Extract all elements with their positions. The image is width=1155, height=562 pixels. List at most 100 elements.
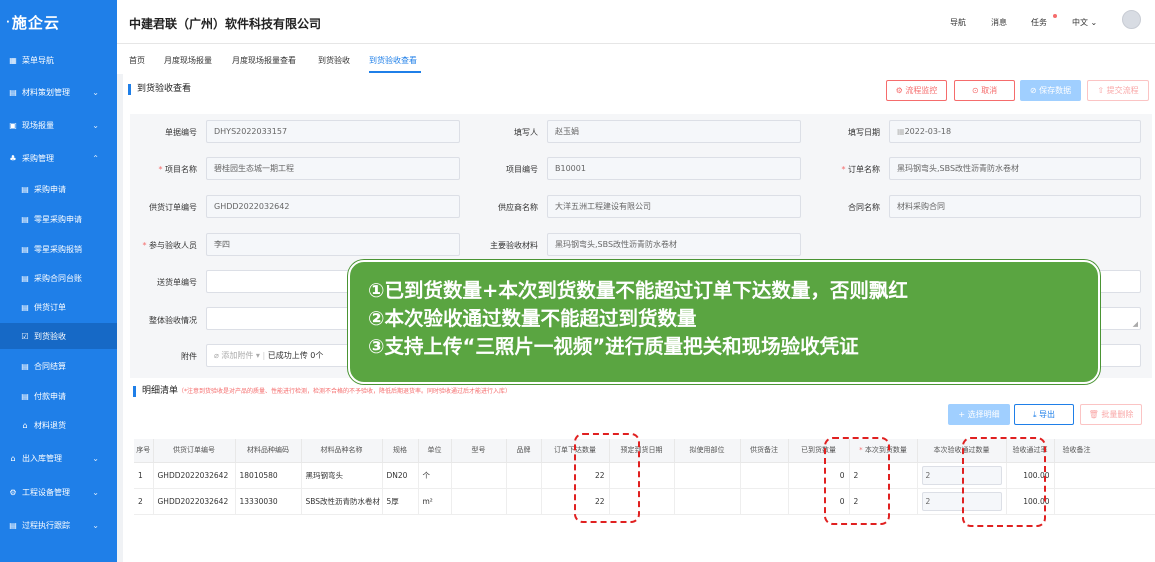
sidebar-item-purchase-request[interactable]: ▤ 采购申请 xyxy=(0,176,117,202)
sidebar: · 施企云 ▦ 菜单导航 ▤ 材料策划管理 ⌄ ▣ 现场报量 ⌄ ♣ 采购管理 ⌃ ▤ 采购申请 … xyxy=(0,0,117,562)
tab-arrival-acceptance[interactable]: 到货验收 xyxy=(318,55,350,66)
resize-handle-icon: ◢ xyxy=(1132,320,1138,328)
sidebar-item-warehouse[interactable]: ⌂ 出入库管理 ⌄ xyxy=(0,445,117,471)
col-header: 品牌 xyxy=(506,439,542,463)
callout-line-2: ②本次验收通过数量不能超过到货数量 xyxy=(368,307,697,330)
sidebar-item-site-report[interactable]: ▣ 现场报量 ⌄ xyxy=(0,112,117,138)
grid-icon: ▦ xyxy=(9,55,17,65)
check-circle-icon: ⊘ xyxy=(1029,86,1040,95)
col-header: 单位 xyxy=(418,439,452,463)
filler-label: 填写人 xyxy=(514,128,538,137)
order-name-field[interactable]: 黑玛钢弯头,SBS改性沥青防水卷材 xyxy=(889,157,1141,180)
task-link[interactable]: 任务 xyxy=(1031,17,1047,28)
sidebar-item-equipment[interactable]: ⚙ 工程设备管理 ⌄ xyxy=(0,479,117,505)
process-monitor-button[interactable]: ⚙ 流程监控 xyxy=(886,80,947,101)
gear-icon: ⚙ xyxy=(9,487,17,497)
chevron-down-icon: ⌄ xyxy=(92,453,99,463)
paperclip-icon: ⌀ xyxy=(214,351,222,360)
supplier-label: 供应商名称 xyxy=(498,203,538,212)
doc-icon: ▣ xyxy=(9,120,17,130)
col-header: 验收备注 xyxy=(1054,439,1155,463)
date-field[interactable]: ▦ 2022-03-18 xyxy=(889,120,1141,143)
project-no-field[interactable]: B10001 xyxy=(547,157,801,180)
contract-label: 合同名称 xyxy=(848,203,880,212)
save-button[interactable]: ⊘ 保存数据 xyxy=(1020,80,1081,101)
callout-line-1: ①已到货数量+本次到货数量不能超过订单下达数量，否则飘红 xyxy=(368,279,908,302)
col-header: 材料品种编码 xyxy=(235,439,302,463)
sidebar-item-contract-settle[interactable]: ▤ 合同结算 xyxy=(0,353,117,379)
detail-title: 明细清单（*注意到货验收是对产品的质量、性能进行检测，检测不合格的不予验收，降低… xyxy=(133,386,511,397)
chevron-up-icon: ⌃ xyxy=(92,153,99,163)
project-name-field[interactable]: 碧桂园生态城一期工程 xyxy=(206,157,460,180)
col-header: 供货订单编号 xyxy=(153,439,236,463)
inspector-label: * 参与验收人员 xyxy=(142,241,197,250)
sidebar-item-menu-nav[interactable]: ▦ 菜单导航 xyxy=(0,47,117,73)
doc-no-label: 单据编号 xyxy=(165,128,197,137)
material-label: 主要验收材料 xyxy=(490,241,538,250)
doc-icon: ▤ xyxy=(21,361,29,371)
tab-arrival-acceptance-view[interactable]: 到货验收查看 xyxy=(369,55,417,66)
filler-field[interactable]: 赵玉娟 xyxy=(547,120,801,143)
upload-status: 已成功上传 0个 xyxy=(267,351,324,360)
notification-dot xyxy=(1053,14,1057,18)
message-link[interactable]: 消息 xyxy=(991,17,1007,28)
tab-monthly-report[interactable]: 月度现场报量 xyxy=(164,55,212,66)
nav-link[interactable]: 导航 xyxy=(950,17,966,28)
inspector-field[interactable]: 李四 xyxy=(206,233,460,256)
doc-icon: ▤ xyxy=(9,87,17,97)
batch-delete-button[interactable]: 🗑 批量删除 xyxy=(1080,404,1142,425)
supplier-field[interactable]: 大洋五洲工程建设有限公司 xyxy=(547,195,801,218)
sidebar-item-purchase[interactable]: ♣ 采购管理 ⌃ xyxy=(0,145,117,171)
tab-monthly-report-view[interactable]: 月度现场报量查看 xyxy=(232,55,296,66)
trash-icon: 🗑 xyxy=(1088,410,1102,419)
attachment-label: 附件 xyxy=(181,352,197,361)
cancel-button[interactable]: ⊙ 取消 xyxy=(954,80,1015,101)
sidebar-item-payment[interactable]: ▤ 付款申请 xyxy=(0,383,117,409)
chevron-down-icon: ⌄ xyxy=(92,487,99,497)
callout-line-3: ③支持上传“三照片一视频”进行质量把关和现场验收凭证 xyxy=(368,335,859,358)
material-field[interactable]: 黑玛钢弯头,SBS改性沥青防水卷材 xyxy=(547,233,801,256)
doc-icon: ▤ xyxy=(21,391,29,401)
sidebar-item-arrival-acceptance[interactable]: ☑ 到货验收 xyxy=(0,323,117,349)
company-name: 中建君联（广州）软件科技有限公司 xyxy=(129,17,322,31)
col-header: 型号 xyxy=(451,439,507,463)
chevron-down-icon: ⌄ xyxy=(92,120,99,130)
chevron-down-icon: ⌄ xyxy=(1090,18,1098,27)
home-icon: ⌂ xyxy=(10,453,16,463)
chevron-down-icon: ⌄ xyxy=(92,87,99,97)
doc-icon: ▤ xyxy=(9,520,17,530)
col-header: 规格 xyxy=(382,439,419,463)
sidebar-item-material-return[interactable]: ⌂ 材料退货 xyxy=(0,412,117,438)
avatar[interactable] xyxy=(1122,10,1141,29)
check-icon: ☑ xyxy=(21,331,29,341)
submit-process-button[interactable]: ⇧ 提交流程 xyxy=(1087,80,1149,101)
sidebar-item-material-plan[interactable]: ▤ 材料策划管理 ⌄ xyxy=(0,79,117,105)
language-select[interactable]: 中文 ⌄ xyxy=(1072,17,1097,28)
sidebar-item-supply-order[interactable]: ▤ 供货订单 xyxy=(0,294,117,320)
detail-note: （*注意到货验收是对产品的质量、性能进行检测，检测不合格的不予验收，降低后期退货… xyxy=(178,388,512,395)
sidebar-item-small-purchase[interactable]: ▤ 零星采购申请 xyxy=(0,206,117,232)
project-name-label: * 项目名称 xyxy=(158,165,197,174)
tab-home[interactable]: 首页 xyxy=(129,55,145,66)
arrived-qty-highlight xyxy=(824,437,890,525)
chevron-down-icon[interactable]: ▾ xyxy=(256,351,260,360)
header: 中建君联（广州）软件科技有限公司 导航 消息 任务 中文 ⌄ xyxy=(117,0,1155,44)
plus-icon: + xyxy=(958,410,968,419)
export-button[interactable]: ⤓ 导出 xyxy=(1014,404,1074,425)
active-tab-indicator xyxy=(369,71,421,73)
add-attachment-button[interactable]: 添加附件 xyxy=(221,350,253,361)
sidebar-item-contract-ledger[interactable]: ▤ 采购合同台账 xyxy=(0,265,117,291)
delivery-no-label: 送货单编号 xyxy=(157,278,197,287)
upload-icon: ⇧ xyxy=(1097,86,1107,95)
supply-order-label: 供货订单编号 xyxy=(149,203,197,212)
col-header: 序号 xyxy=(134,439,154,463)
org-icon: ♣ xyxy=(9,153,17,163)
doc-no-field[interactable]: DHYS2022033157 xyxy=(206,120,460,143)
col-header: 供货备注 xyxy=(740,439,789,463)
supply-order-field[interactable]: GHDD2022032642 xyxy=(206,195,460,218)
doc-icon: ▤ xyxy=(21,214,29,224)
sidebar-item-process-track[interactable]: ▤ 过程执行跟踪 ⌄ xyxy=(0,512,117,538)
select-detail-button[interactable]: + 选择明细 xyxy=(948,404,1010,425)
sidebar-item-small-reimburse[interactable]: ▤ 零星采购报销 xyxy=(0,236,117,262)
contract-field[interactable]: 材料采购合同 xyxy=(889,195,1141,218)
